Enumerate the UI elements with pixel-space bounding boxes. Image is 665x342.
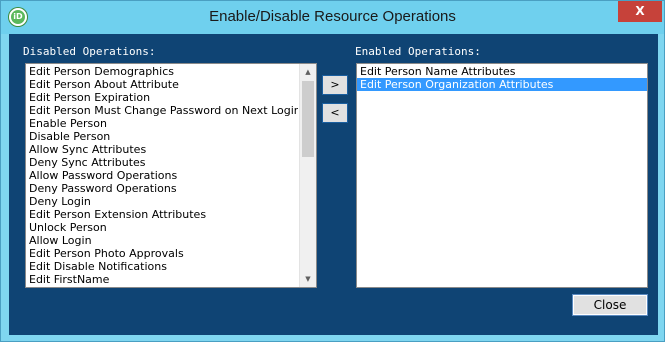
enabled-operations-label: Enabled Operations: bbox=[355, 45, 481, 58]
list-item[interactable]: Disable Person bbox=[26, 130, 298, 143]
list-item[interactable]: Edit Person Expiration bbox=[26, 91, 298, 104]
enabled-operations-list[interactable]: Edit Person Name Attributes Edit Person O… bbox=[356, 63, 648, 288]
list-item[interactable]: Allow Login bbox=[26, 234, 298, 247]
list-item[interactable]: Edit Person Name Attributes bbox=[357, 65, 647, 78]
list-item[interactable]: Allow Password Operations bbox=[26, 169, 298, 182]
enabled-items-container: Edit Person Name Attributes Edit Person O… bbox=[357, 65, 647, 91]
list-item[interactable]: Edit Disable Notifications bbox=[26, 260, 298, 273]
dialog-body: Disabled Operations: Edit Person Demogra… bbox=[9, 34, 658, 335]
list-item[interactable]: Edit Person Must Change Password on Next… bbox=[26, 104, 298, 117]
list-item[interactable]: Edit Person Photo Approvals bbox=[26, 247, 298, 260]
list-item[interactable]: Edit Person Organization Attributes bbox=[357, 78, 647, 91]
scroll-down-icon[interactable]: ▼ bbox=[300, 271, 316, 287]
scroll-up-icon[interactable]: ▲ bbox=[300, 64, 316, 80]
dialog-window: iD Enable/Disable Resource Operations X … bbox=[0, 0, 665, 342]
list-item[interactable]: Deny Password Operations bbox=[26, 182, 298, 195]
window-title: Enable/Disable Resource Operations bbox=[209, 8, 456, 25]
disable-operation-button[interactable]: < bbox=[322, 103, 348, 123]
list-item[interactable]: Edit Person Demographics bbox=[26, 65, 298, 78]
scroll-thumb[interactable] bbox=[302, 81, 314, 157]
disabled-items-container: Edit Person Demographics Edit Person Abou… bbox=[26, 65, 298, 286]
disabled-operations-list[interactable]: Edit Person Demographics Edit Person Abou… bbox=[25, 63, 317, 288]
window-close-icon[interactable]: X bbox=[618, 1, 662, 22]
list-item[interactable]: Edit Person Extension Attributes bbox=[26, 208, 298, 221]
disabled-list-scrollbar[interactable]: ▲ ▼ bbox=[299, 64, 316, 287]
close-button[interactable]: Close bbox=[572, 294, 648, 316]
list-item[interactable]: Allow Sync Attributes bbox=[26, 143, 298, 156]
list-item[interactable]: Unlock Person bbox=[26, 221, 298, 234]
enable-operation-button[interactable]: > bbox=[322, 75, 348, 95]
list-item[interactable]: Deny Sync Attributes bbox=[26, 156, 298, 169]
disabled-operations-label: Disabled Operations: bbox=[23, 45, 156, 58]
list-item[interactable]: Enable Person bbox=[26, 117, 298, 130]
list-item[interactable]: Deny Login bbox=[26, 195, 298, 208]
list-item[interactable]: Edit Person About Attribute bbox=[26, 78, 298, 91]
list-item[interactable]: Edit FirstName bbox=[26, 273, 298, 286]
title-bar[interactable]: iD Enable/Disable Resource Operations X bbox=[1, 1, 664, 34]
